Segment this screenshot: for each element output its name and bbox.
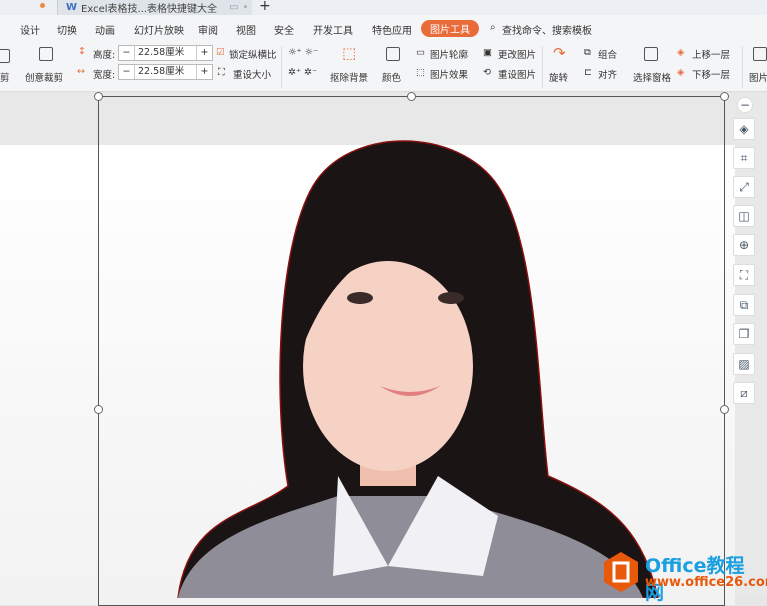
resize-handle-tr[interactable] [720, 92, 729, 101]
outline-button[interactable]: 图片轮廓 [430, 47, 468, 61]
menu-security[interactable]: 安全 [274, 22, 294, 37]
remove-bg-icon[interactable]: ⬚ [342, 44, 356, 62]
selection-pane-button[interactable]: 选择窗格 [633, 70, 671, 84]
group-button[interactable]: 组合 [598, 47, 617, 61]
width-decrease[interactable]: − [119, 65, 135, 79]
menu-transition[interactable]: 切换 [57, 22, 77, 37]
selection-pane-icon[interactable] [644, 47, 658, 61]
reset-picture-button[interactable]: 重设图片 [498, 67, 536, 81]
transparent-icon[interactable]: ⧄ [733, 382, 755, 404]
resize-handle-left[interactable] [94, 405, 103, 414]
outline-icon: ▭ [416, 47, 425, 58]
picture-button[interactable]: 图片 [749, 70, 767, 84]
bring-forward-button[interactable]: 上移一层 [692, 47, 730, 61]
menu-animation[interactable]: 动画 [95, 22, 115, 37]
office-logo [604, 552, 638, 592]
align-button[interactable]: 对齐 [598, 67, 617, 81]
unsaved-dot [40, 3, 45, 8]
change-pic-icon: ▣ [483, 47, 492, 58]
duplicate-icon[interactable]: ❐ [733, 323, 755, 345]
crop-icon[interactable]: ⌗ [733, 147, 755, 169]
zoom-icon[interactable]: ⊕ [733, 234, 755, 256]
width-label: 宽度: [93, 70, 116, 81]
fit-icon[interactable]: ⛶ [733, 264, 755, 286]
change-picture-button[interactable]: 更改图片 [498, 47, 536, 61]
reset-pic-icon: ⟲ [483, 67, 491, 78]
monitor-icon[interactable]: ▭ [229, 2, 238, 13]
lock-ratio-label[interactable]: 锁定纵横比 [229, 47, 277, 61]
collapse-icon[interactable]: − [737, 97, 753, 113]
width-icon: ↔ [77, 66, 85, 77]
lock-checkbox[interactable]: ☑ [216, 47, 225, 58]
width-increase[interactable]: + [196, 65, 212, 79]
compare-icon[interactable]: ◫ [733, 205, 755, 227]
menu-slideshow[interactable]: 幻灯片放映 [134, 22, 184, 37]
send-backward-button[interactable]: 下移一层 [692, 67, 730, 81]
layers-icon[interactable]: ◈ [733, 118, 755, 140]
image-icon[interactable]: ▨ [733, 353, 755, 375]
rotate-button[interactable]: 旋转 [549, 70, 568, 84]
width-stepper[interactable]: −22.58厘米 + [118, 64, 213, 80]
menu-review[interactable]: 审阅 [198, 22, 218, 37]
watermark-url: www.office26.com [645, 575, 767, 590]
height-icon: ↕ [78, 46, 86, 57]
resize-handle-right[interactable] [720, 405, 729, 414]
color-icon[interactable] [386, 47, 400, 61]
resize-handle-top[interactable] [407, 92, 416, 101]
height-input[interactable]: 22.58厘米 [135, 46, 196, 60]
tab-bar: W Excel表格技...表格快捷键大全 ▭ • + [0, 0, 767, 15]
document-tab[interactable]: W Excel表格技...表格快捷键大全 ▭ • [57, 0, 252, 15]
height-increase[interactable]: + [196, 46, 212, 60]
resize-handle-tl[interactable] [94, 92, 103, 101]
width-input[interactable]: 22.58厘米 [135, 65, 196, 79]
close-dot-icon[interactable]: • [243, 2, 249, 13]
remove-bg-button[interactable]: 抠除背景 [330, 70, 368, 84]
creative-crop-button[interactable]: 创意裁剪 [25, 70, 63, 84]
menu-special[interactable]: 特色应用 [372, 22, 412, 37]
menu-view[interactable]: 视图 [236, 22, 256, 37]
menu-design[interactable]: 设计 [20, 22, 40, 37]
divider [742, 46, 743, 88]
align-icon: ⊏ [584, 67, 592, 78]
height-stepper[interactable]: −22.58厘米 + [118, 45, 213, 61]
copy-icon[interactable]: ⧉ [733, 294, 755, 316]
doc-title: Excel表格技...表格快捷键大全 [81, 4, 218, 15]
menu-bar: 设计 切换 动画 幻灯片放映 审阅 视图 安全 开发工具 特色应用 图片工具 ⌕… [0, 15, 767, 42]
picture-icon[interactable] [753, 47, 767, 61]
group-icon: ⧉ [584, 47, 591, 58]
search-icon[interactable]: ⌕ [490, 22, 496, 33]
menu-picture-tools[interactable]: 图片工具 [421, 20, 479, 37]
watermark: Office教程网 www.office26.com [603, 548, 767, 604]
send-backward-icon: ◈ [677, 67, 685, 78]
divider [281, 46, 282, 88]
effects-icon: ⬚ [416, 67, 425, 78]
rotate-icon[interactable]: ↷ [553, 44, 566, 62]
height-label: 高度: [93, 50, 116, 61]
search-command[interactable]: 查找命令、搜索模板 [502, 22, 592, 37]
creative-crop-icon[interactable] [39, 47, 53, 61]
link-icon[interactable]: ⤢ [733, 176, 755, 198]
reset-size-icon: ⛶ [218, 67, 225, 78]
crop-button[interactable]: 剪 [0, 70, 10, 84]
bring-forward-icon: ◈ [677, 47, 685, 58]
divider [542, 46, 543, 88]
new-tab-button[interactable]: + [259, 0, 271, 14]
selection-frame [98, 96, 725, 606]
crop-icon[interactable] [0, 49, 10, 63]
contrast-icon[interactable]: ✲⁺ ✲⁻ [288, 67, 317, 78]
color-button[interactable]: 颜色 [382, 70, 401, 84]
effects-button[interactable]: 图片效果 [430, 67, 468, 81]
menu-developer[interactable]: 开发工具 [313, 22, 353, 37]
doc-icon: W [66, 2, 78, 13]
ribbon: 剪 创意裁剪 ↕ 高度: −22.58厘米 + ↔ 宽度: −22.58厘米 + ☑… [0, 42, 767, 92]
height-decrease[interactable]: − [119, 46, 135, 60]
brightness-up-icon[interactable]: ☼⁺ ☼⁻ [288, 47, 318, 58]
reset-size-button[interactable]: 重设大小 [233, 67, 271, 81]
